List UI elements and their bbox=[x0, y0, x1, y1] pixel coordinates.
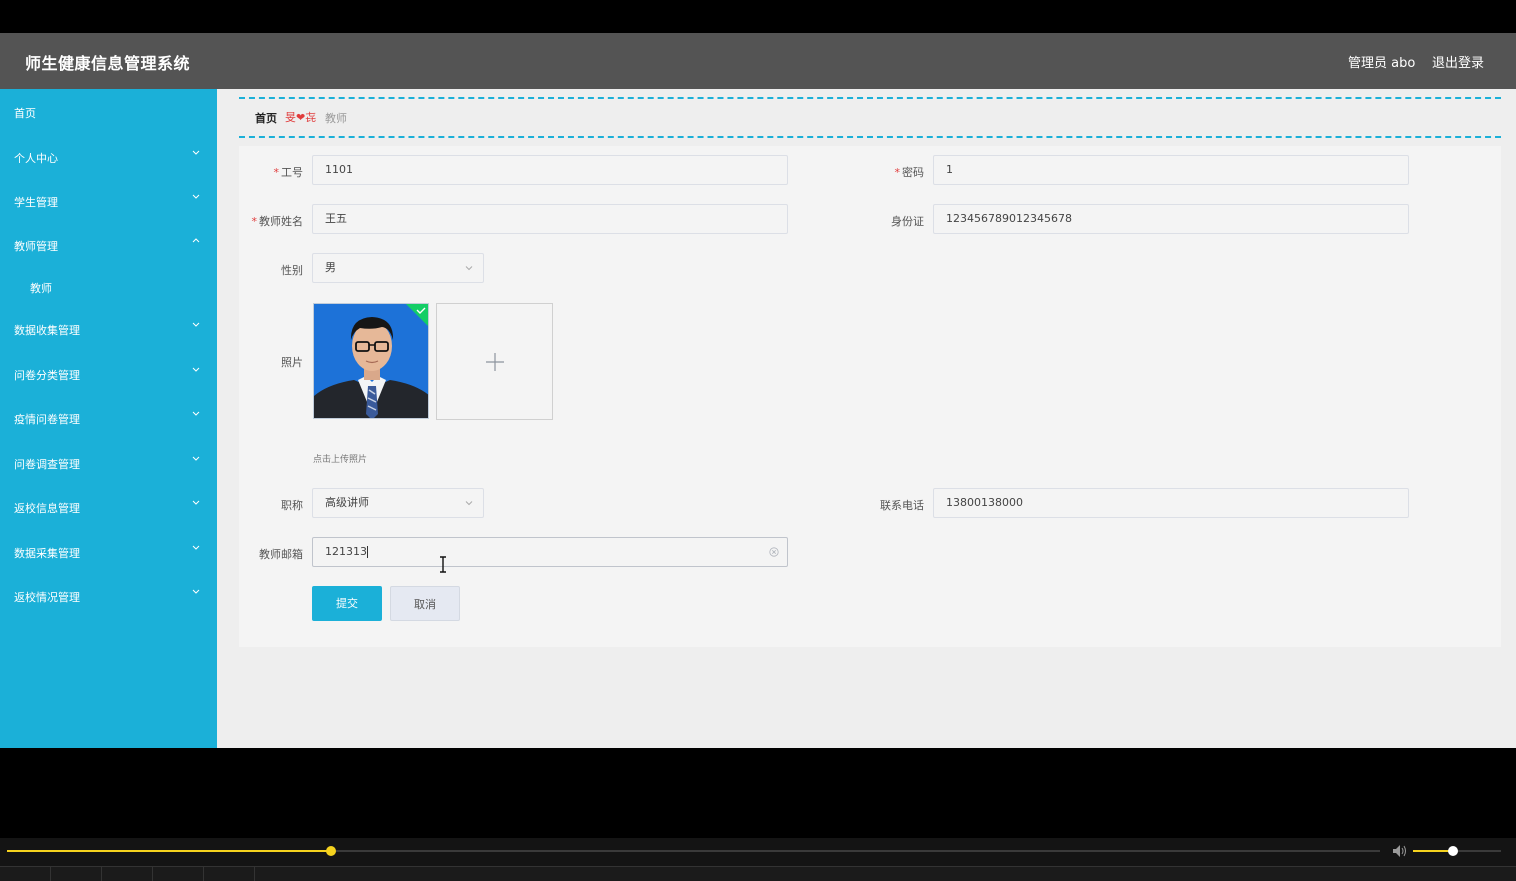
volume-handle[interactable] bbox=[1447, 846, 1458, 856]
sidebar-item-epidemic-questionnaire[interactable]: 疫情问卷管理 bbox=[0, 397, 217, 437]
app-title: 师生健康信息管理系统 bbox=[25, 54, 191, 73]
photo-label: 照片 bbox=[281, 356, 303, 369]
title-value: 高级讲师 bbox=[325, 496, 369, 509]
sidebar-item-home[interactable]: 首页 bbox=[0, 91, 217, 131]
submit-button[interactable]: 提交 bbox=[312, 586, 382, 621]
upload-success-icon bbox=[406, 304, 428, 326]
control-segment[interactable] bbox=[50, 867, 101, 881]
sidebar-item-data-collection[interactable]: 数据收集管理 bbox=[0, 308, 217, 348]
sidebar-item-label: 教师管理 bbox=[14, 240, 58, 253]
teacher-name-input[interactable]: 王五 bbox=[312, 204, 788, 234]
password-input[interactable]: 1 bbox=[933, 155, 1409, 185]
sidebar-item-data-gathering[interactable]: 数据采集管理 bbox=[0, 531, 217, 571]
id-card-label: 身份证 bbox=[891, 215, 924, 228]
main-content: 首页 旻❤㐂 教师 * 工号 1101 * 密码 1 * 教师姓名 王五 身份证 12… bbox=[217, 89, 1516, 748]
player-controls-strip bbox=[0, 866, 1516, 881]
chevron-down-icon bbox=[192, 411, 200, 416]
control-segment[interactable] bbox=[203, 867, 254, 881]
gender-label: 性别 bbox=[281, 264, 303, 277]
title-select[interactable]: 高级讲师 bbox=[312, 488, 484, 518]
chevron-down-icon bbox=[192, 194, 200, 199]
sidebar-item-label: 学生管理 bbox=[14, 196, 58, 209]
control-segment[interactable] bbox=[101, 867, 152, 881]
sidebar-item-questionnaire-category[interactable]: 问卷分类管理 bbox=[0, 353, 217, 393]
sidebar-item-label: 返校信息管理 bbox=[14, 502, 80, 515]
chevron-down-icon bbox=[192, 456, 200, 461]
chevron-down-icon bbox=[192, 367, 200, 372]
volume-icon[interactable] bbox=[1392, 844, 1408, 858]
teacher-name-label: * 教师姓名 bbox=[251, 215, 304, 228]
sidebar-item-label: 返校情况管理 bbox=[14, 591, 80, 604]
chevron-up-icon bbox=[192, 238, 200, 243]
top-bar: 师生健康信息管理系统 管理员 abo 退出登录 bbox=[0, 33, 1516, 89]
volume-fill bbox=[1413, 850, 1453, 852]
chevron-down-icon bbox=[192, 589, 200, 594]
sidebar-item-label: 数据收集管理 bbox=[14, 324, 80, 337]
gender-value: 男 bbox=[325, 261, 336, 274]
chevron-down-icon bbox=[192, 322, 200, 327]
sidebar-item-return-info[interactable]: 返校信息管理 bbox=[0, 486, 217, 526]
sidebar-item-label: 数据采集管理 bbox=[14, 547, 80, 560]
job-no-input[interactable]: 1101 bbox=[312, 155, 788, 185]
id-card-input[interactable]: 123456789012345678 bbox=[933, 204, 1409, 234]
email-input[interactable]: 121313 bbox=[312, 537, 788, 567]
sidebar-item-label: 首页 bbox=[14, 107, 36, 120]
sidebar-item-return-status[interactable]: 返校情况管理 bbox=[0, 575, 217, 615]
sidebar: 首页 个人中心 学生管理 教师管理 教师 数据收集管理 问卷分类管理 疫情问卷管… bbox=[0, 89, 217, 748]
chevron-down-icon bbox=[192, 545, 200, 550]
progress-track[interactable] bbox=[7, 846, 1380, 856]
plus-icon bbox=[486, 353, 504, 371]
text-caret bbox=[367, 546, 368, 558]
phone-label: 联系电话 bbox=[880, 499, 924, 512]
current-user: 管理员 abo bbox=[1348, 56, 1416, 71]
sidebar-item-teacher-management[interactable]: 教师管理 bbox=[0, 224, 217, 264]
breadcrumb-current: 教师 bbox=[325, 112, 347, 125]
app-window: 师生健康信息管理系统 管理员 abo 退出登录 首页 个人中心 学生管理 教师管… bbox=[0, 33, 1516, 748]
breadcrumb-separator: 旻❤㐂 bbox=[285, 111, 317, 124]
clear-icon[interactable] bbox=[769, 547, 779, 557]
breadcrumb-home[interactable]: 首页 bbox=[255, 110, 277, 126]
breadcrumb: 首页 旻❤㐂 教师 bbox=[239, 97, 1501, 138]
teacher-photo[interactable] bbox=[313, 303, 429, 419]
sidebar-item-label: 问卷分类管理 bbox=[14, 369, 80, 382]
sidebar-item-personal-center[interactable]: 个人中心 bbox=[0, 136, 217, 176]
email-label: 教师邮箱 bbox=[259, 548, 303, 561]
upload-photo-button[interactable] bbox=[436, 303, 553, 420]
sidebar-item-label: 问卷调查管理 bbox=[14, 458, 80, 471]
progress-handle[interactable] bbox=[326, 846, 337, 856]
sidebar-item-label: 疫情问卷管理 bbox=[14, 413, 80, 426]
sidebar-item-label: 教师 bbox=[30, 282, 52, 295]
phone-input[interactable]: 13800138000 bbox=[933, 488, 1409, 518]
text-cursor-icon bbox=[440, 556, 446, 573]
chevron-down-icon bbox=[192, 500, 200, 505]
sidebar-item-student-management[interactable]: 学生管理 bbox=[0, 180, 217, 220]
logout-link[interactable]: 退出登录 bbox=[1432, 52, 1484, 71]
email-value: 121313 bbox=[325, 545, 367, 558]
control-segment[interactable] bbox=[254, 867, 305, 881]
chevron-down-icon bbox=[465, 501, 473, 506]
chevron-down-icon bbox=[192, 150, 200, 155]
sidebar-item-label: 个人中心 bbox=[14, 152, 58, 165]
control-segment[interactable] bbox=[152, 867, 203, 881]
title-label: 职称 bbox=[281, 499, 303, 512]
volume-track[interactable] bbox=[1413, 846, 1501, 856]
sidebar-subitem-teacher[interactable]: 教师 bbox=[0, 266, 217, 306]
chevron-down-icon bbox=[465, 266, 473, 271]
progress-fill bbox=[7, 850, 332, 852]
sidebar-item-survey-management[interactable]: 问卷调查管理 bbox=[0, 442, 217, 482]
upload-hint: 点击上传照片 bbox=[313, 455, 368, 465]
job-no-label: * 工号 bbox=[273, 166, 304, 179]
cancel-button[interactable]: 取消 bbox=[390, 586, 460, 621]
gender-select[interactable]: 男 bbox=[312, 253, 484, 283]
teacher-form: * 工号 1101 * 密码 1 * 教师姓名 王五 身份证 123456789012… bbox=[239, 146, 1501, 647]
password-label: * 密码 bbox=[894, 166, 925, 179]
